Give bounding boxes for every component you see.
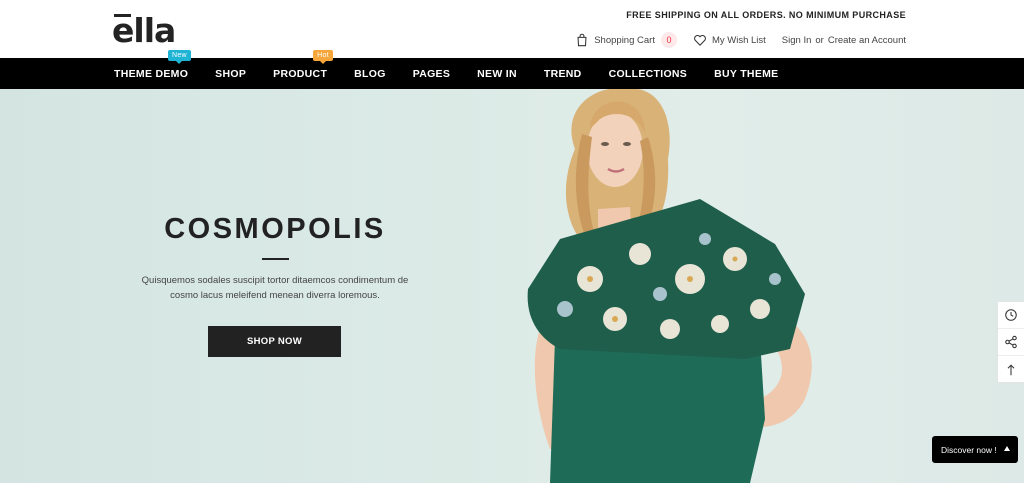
hero-divider <box>262 258 289 260</box>
hero-description: Quisquemos sodales suscipit tortor ditae… <box>125 273 425 303</box>
hero-model-image <box>527 89 812 483</box>
cart-count-badge: 0 <box>660 32 677 48</box>
logo-text: ella <box>112 11 176 50</box>
nav-item-label: SHOP <box>215 67 247 80</box>
nav-item-pages[interactable]: PAGES <box>413 68 450 80</box>
nav-item-label: PAGES <box>412 67 451 80</box>
hero-description-line: Quisquemos sodales suscipit tortor ditae… <box>141 275 409 286</box>
nav-item-label: NEW IN <box>477 67 517 80</box>
nav-item-product[interactable]: PRODUCT Hot <box>273 49 333 80</box>
or-text: or <box>815 34 824 46</box>
hero-description-line: cosmo lacus meleifend menean diverra lor… <box>170 290 380 301</box>
side-tools <box>997 301 1024 383</box>
shopping-cart-link[interactable]: Shopping Cart 0 <box>575 32 677 48</box>
nav-item-label: BUY THEME <box>714 67 779 80</box>
site-header: ella FREE SHIPPING ON ALL ORDERS. NO MIN… <box>0 0 1024 58</box>
history-icon <box>1005 309 1017 321</box>
brand-logo[interactable]: ella <box>112 10 180 50</box>
nav-item-theme-demo[interactable]: THEME DEMO New <box>114 49 191 80</box>
discover-label: Discover now ! <box>941 444 997 455</box>
page-bottom-strip <box>0 483 1024 501</box>
shop-now-button[interactable]: SHOP NOW <box>208 326 341 357</box>
wishlist-label: My Wish List <box>711 34 766 46</box>
header-links: Shopping Cart 0 My Wish List Sign In or … <box>575 31 906 49</box>
shipping-note: FREE SHIPPING ON ALL ORDERS. NO MINIMUM … <box>626 10 906 20</box>
nav-item-shop[interactable]: SHOP <box>215 68 246 80</box>
discover-now-button[interactable]: Discover now ! <box>932 436 1018 463</box>
account-links: Sign In or Create an Account <box>782 35 906 46</box>
nav-item-collections[interactable]: COLLECTIONS <box>609 68 688 80</box>
sign-in-link[interactable]: Sign In <box>782 35 812 46</box>
wishlist-link[interactable]: My Wish List <box>693 33 766 47</box>
shopping-bag-icon <box>577 33 587 47</box>
nav-item-label: PRODUCT <box>273 67 328 80</box>
share-icon <box>1005 335 1017 349</box>
main-navigation: THEME DEMO New SHOP PRODUCT Hot BLOG PAG… <box>0 49 1024 89</box>
hot-badge: Hot <box>313 49 333 64</box>
arrow-up-icon <box>1007 363 1015 375</box>
create-account-link[interactable]: Create an Account <box>828 35 906 46</box>
nav-item-new-in[interactable]: NEW IN <box>477 68 517 80</box>
nav-item-trend[interactable]: TREND <box>544 68 582 80</box>
nav-item-label: BLOG <box>354 67 386 80</box>
cart-label: Shopping Cart <box>594 34 655 46</box>
back-to-top-button[interactable] <box>998 356 1024 383</box>
nav-item-blog[interactable]: BLOG <box>354 68 386 80</box>
nav-item-label: THEME DEMO <box>114 67 189 80</box>
share-button[interactable] <box>998 329 1024 356</box>
new-badge: New <box>168 49 191 64</box>
nav-item-label: TREND <box>543 67 582 80</box>
heart-icon <box>694 34 706 46</box>
caret-up-icon <box>1004 446 1010 451</box>
nav-item-label: COLLECTIONS <box>608 67 688 80</box>
nav-item-buy-theme[interactable]: BUY THEME <box>714 68 778 80</box>
hero-title: COSMOPOLIS <box>164 213 386 245</box>
hero-banner: COSMOPOLIS Quisquemos sodales suscipit t… <box>0 89 1024 483</box>
recently-viewed-button[interactable] <box>998 302 1024 329</box>
